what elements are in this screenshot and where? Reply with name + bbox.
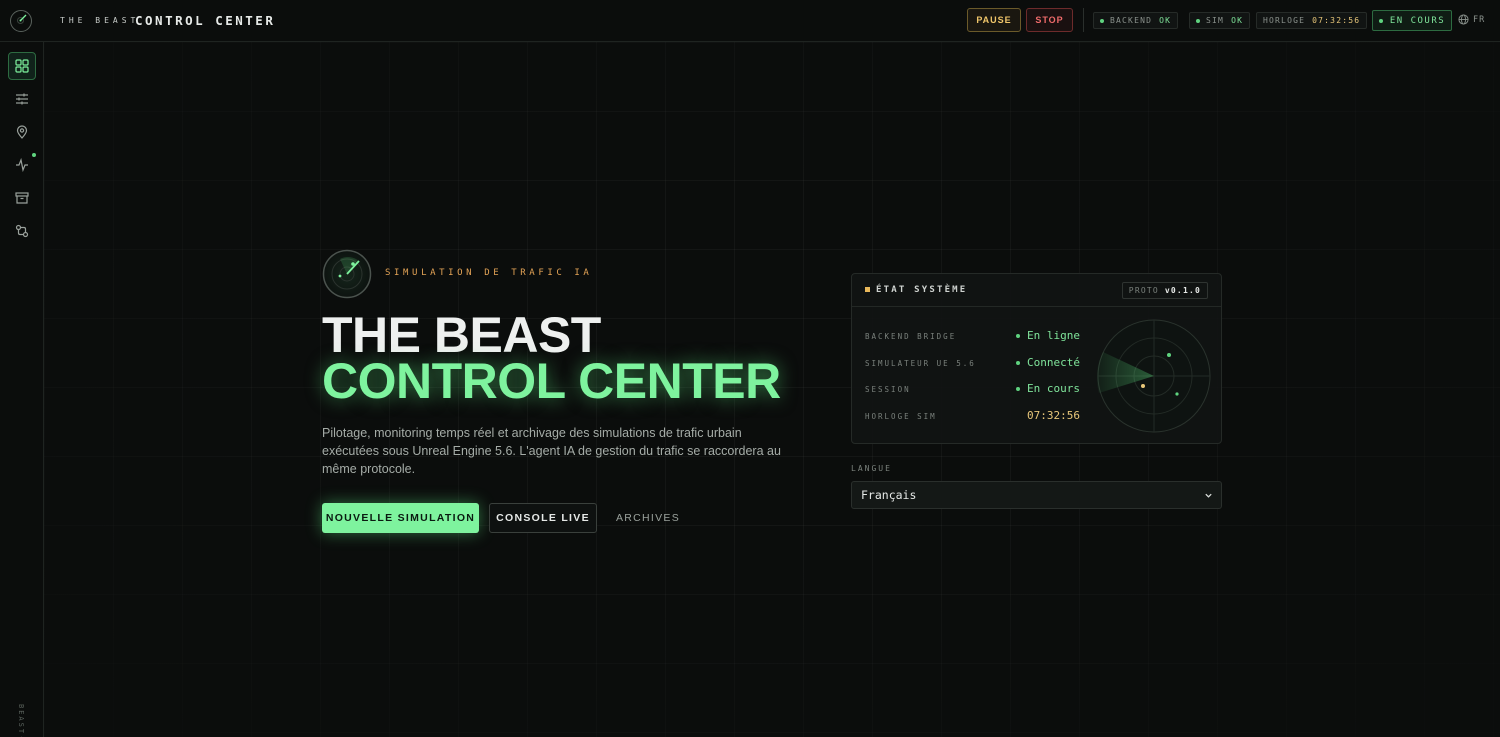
status-dot: [1196, 18, 1200, 23]
map-pin-icon: [16, 125, 28, 139]
language-code: FR: [1473, 14, 1486, 25]
row-label-session: SESSION: [865, 385, 911, 394]
row-label-backend: BACKEND BRIDGE: [865, 332, 957, 341]
row-value-text: En ligne: [1027, 329, 1080, 342]
language-switch[interactable]: FR: [1458, 14, 1485, 25]
language-label: LANGUE: [851, 464, 892, 473]
clock-value: 07:32:56: [1312, 16, 1361, 25]
protocol-version: v0.1.0: [1164, 286, 1201, 295]
status-dot: [1016, 333, 1021, 338]
chevron-down-icon: [1205, 493, 1212, 498]
stop-button[interactable]: STOP: [1026, 8, 1073, 32]
status-dot: [1100, 18, 1104, 23]
backend-status-pill: BACKEND OK: [1093, 12, 1179, 29]
row-value-session: En cours: [1016, 382, 1080, 395]
notification-dot: [32, 153, 36, 157]
status-label: BACKEND: [1110, 16, 1153, 25]
row-value-text: En cours: [1027, 382, 1080, 395]
activity-icon: [16, 158, 28, 172]
running-status-badge: EN COURS: [1372, 10, 1452, 31]
language-select[interactable]: Français: [851, 481, 1222, 509]
running-label: EN COURS: [1389, 15, 1446, 26]
sim-status-pill: SIM OK: [1189, 12, 1251, 29]
sidebar: BEAST·V0.1: [0, 42, 44, 737]
status-value: OK: [1159, 16, 1172, 25]
status-value: OK: [1231, 16, 1244, 25]
brand-title: CONTROL CENTER: [135, 13, 276, 28]
hero-title-line2: CONTROL CENTER: [322, 353, 781, 409]
globe-icon: [1458, 14, 1469, 25]
radar-scope-icon: [1097, 319, 1211, 433]
protocol-badge: PROTO v0.1.0: [1121, 282, 1208, 299]
live-console-button[interactable]: CONSOLE LIVE: [489, 503, 597, 533]
sidebar-item-map[interactable]: [8, 118, 36, 146]
brand-kicker: THE BEAST: [60, 16, 140, 25]
archives-link[interactable]: ARCHIVES: [610, 503, 686, 533]
clock-label: HORLOGE: [1263, 16, 1306, 25]
row-label-clock: HORLOGE SIM: [865, 412, 937, 421]
status-dot: [1016, 386, 1021, 391]
system-status-card: ÉTAT SYSTÈME PROTO v0.1.0 BACKEND BRIDGE…: [851, 273, 1222, 444]
row-value-text: Connecté: [1027, 356, 1080, 369]
git-compare-icon: [15, 224, 29, 238]
archive-icon: [15, 192, 29, 204]
sidebar-item-compare[interactable]: [8, 217, 36, 245]
logo-icon[interactable]: [10, 10, 32, 32]
grid-icon: [15, 59, 29, 73]
sidebar-item-monitoring[interactable]: [8, 151, 36, 179]
status-dot: [1016, 360, 1021, 365]
row-value-backend: En ligne: [1016, 329, 1080, 342]
top-bar: THE BEAST CONTROL CENTER PAUSE STOP BACK…: [0, 0, 1500, 42]
language-selected: Français: [861, 488, 917, 502]
row-label-simulator: SIMULATEUR UE 5.6: [865, 359, 976, 368]
divider: [1083, 8, 1084, 32]
sliders-icon: [16, 93, 28, 105]
version-label: BEAST·V0.1: [17, 704, 25, 737]
radar-logo-icon: [322, 249, 372, 299]
row-value-clock: 07:32:56: [1027, 409, 1080, 422]
status-dot: [1378, 18, 1383, 23]
protocol-label: PROTO: [1128, 286, 1159, 295]
card-header: ÉTAT SYSTÈME PROTO v0.1.0: [852, 274, 1221, 307]
pause-button[interactable]: PAUSE: [967, 8, 1021, 32]
card-title: ÉTAT SYSTÈME: [876, 285, 968, 295]
status-label: SIM: [1206, 16, 1225, 25]
sidebar-item-dashboard[interactable]: [8, 52, 36, 80]
row-value-simulator: Connecté: [1016, 356, 1080, 369]
clock-pill: HORLOGE 07:32:56: [1256, 12, 1368, 29]
new-simulation-button[interactable]: NOUVELLE SIMULATION: [322, 503, 479, 533]
sidebar-item-settings[interactable]: [8, 85, 36, 113]
sidebar-item-archives[interactable]: [8, 184, 36, 212]
hero-description: Pilotage, monitoring temps réel et archi…: [322, 426, 781, 476]
status-square-icon: [865, 287, 870, 292]
hero-kicker: SIMULATION DE TRAFIC IA: [385, 268, 593, 278]
